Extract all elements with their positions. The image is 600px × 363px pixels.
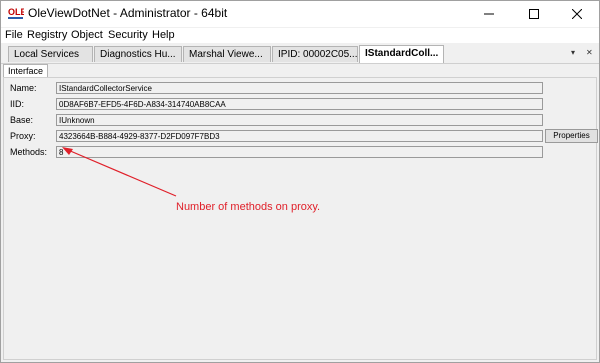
tab-interface[interactable]: Interface: [3, 64, 49, 78]
menu-file[interactable]: File: [5, 29, 23, 41]
close-icon: [572, 9, 582, 19]
base-field[interactable]: IUnknown: [56, 114, 543, 126]
properties-button[interactable]: Properties: [545, 129, 598, 143]
menu-registry[interactable]: Registry: [27, 29, 67, 41]
proxy-field[interactable]: 4323664B-B884-4929-8377-D2FD097F7BD3: [56, 130, 543, 142]
annotation-text: Number of methods on proxy.: [176, 201, 321, 213]
tab-local-services[interactable]: Local Services: [8, 46, 93, 62]
menu-help[interactable]: Help: [152, 29, 175, 41]
tab-diagnostics-hub[interactable]: Diagnostics Hu...: [94, 46, 182, 62]
title-bar[interactable]: OLE OleViewDotNet - Administrator - 64bi…: [1, 1, 599, 27]
tab-istandardcollector[interactable]: IStandardColl...: [359, 45, 444, 63]
menu-security[interactable]: Security: [108, 29, 148, 41]
methods-label: Methods:: [10, 147, 48, 157]
svg-text:OLE: OLE: [8, 7, 24, 17]
iid-field[interactable]: 0D8AF6B7-EFD5-4F6D-A834-314740AB8CAA: [56, 98, 543, 110]
proxy-label: Proxy:: [10, 131, 36, 141]
window-title: OleViewDotNet - Administrator - 64bit: [28, 6, 228, 20]
subtab-strip: Interface: [1, 63, 599, 78]
maximize-icon: [529, 9, 539, 19]
tab-close-icon[interactable]: ✕: [586, 48, 593, 57]
tab-list-dropdown-icon[interactable]: ▾: [571, 48, 575, 57]
tab-ipid[interactable]: IPID: 00002C05...: [272, 46, 358, 62]
document-tab-strip: Local Services Diagnostics Hu... Marshal…: [1, 44, 599, 63]
minimize-icon: [484, 13, 494, 15]
interface-panel: Name: IStandardCollectorService IID: 0D8…: [3, 77, 598, 360]
menu-bar: File Registry Object Security Help: [1, 28, 599, 43]
name-label: Name:: [10, 83, 37, 93]
close-button[interactable]: [555, 1, 599, 27]
tab-marshal-viewer[interactable]: Marshal Viewe...: [183, 46, 271, 62]
minimize-button[interactable]: [467, 1, 511, 27]
base-label: Base:: [10, 115, 34, 125]
app-icon: OLE: [7, 5, 24, 22]
name-field[interactable]: IStandardCollectorService: [56, 82, 543, 94]
maximize-button[interactable]: [512, 1, 556, 27]
iid-label: IID:: [10, 99, 25, 109]
menu-object[interactable]: Object: [71, 29, 103, 41]
app-window: OLE OleViewDotNet - Administrator - 64bi…: [0, 0, 600, 363]
methods-field[interactable]: 8: [56, 146, 543, 158]
